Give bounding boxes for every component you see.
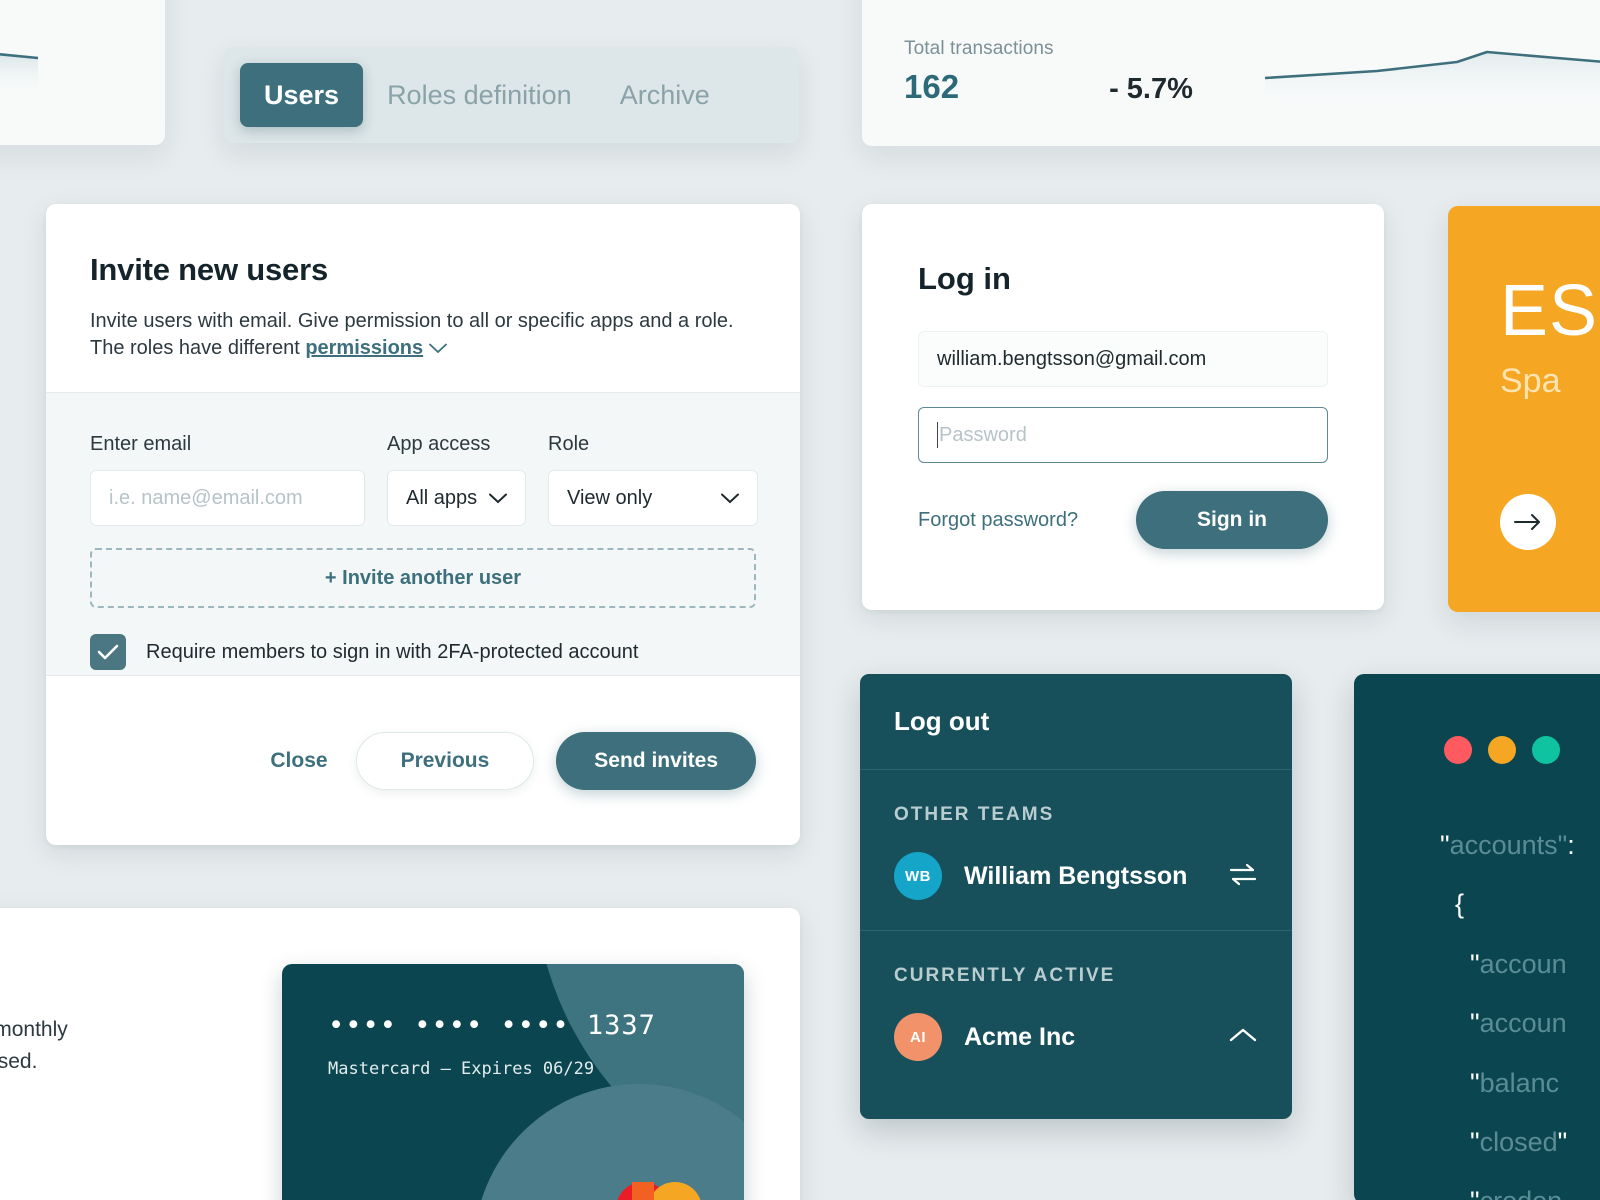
send-invites-button[interactable]: Send invites (556, 731, 756, 790)
promo-card[interactable]: ES Spa (1448, 206, 1600, 612)
promo-arrow-button[interactable] (1500, 494, 1556, 550)
transactions-sparkline (1264, 50, 1600, 110)
currently-active-heading: CURRENTLY ACTIVE (894, 965, 1116, 986)
chevron-up-icon[interactable] (1228, 1026, 1258, 1049)
role-select[interactable]: View only (548, 470, 758, 526)
other-teams-heading: OTHER TEAMS (894, 804, 1055, 825)
invite-actions: Close Previous Send invites (46, 676, 800, 845)
team-item-acme-inc[interactable]: AI Acme Inc (894, 1013, 1258, 1061)
invite-form: Enter email i.e. name@email.com App acce… (46, 392, 800, 676)
credit-card[interactable]: •••• •••• •••• 1337 Mastercard — Expires… (282, 964, 744, 1200)
check-icon (97, 644, 119, 660)
app-access-group: App access All apps (387, 433, 526, 526)
settings-text-line2: …esources used. (0, 1049, 38, 1073)
app-access-select[interactable]: All apps (387, 470, 526, 526)
permissions-link[interactable]: permissions (305, 337, 423, 359)
minimize-dot-icon[interactable] (1488, 736, 1516, 764)
invite-desc-line1: Invite users with email. Give permission… (90, 310, 734, 332)
avatar: WB (894, 852, 942, 900)
chevron-down-icon (489, 487, 507, 510)
card-number: •••• •••• •••• 1337 (328, 1010, 656, 1041)
team-item-william-bengtsson[interactable]: WB William Bengtsson (894, 852, 1258, 900)
promo-title: ES (1500, 271, 1599, 351)
card-decoration-circle (474, 1084, 744, 1200)
log-out-button[interactable]: Log out (860, 674, 1292, 770)
currently-active-group: CURRENTLY ACTIVE AI Acme Inc (860, 931, 1292, 1091)
password-placeholder: Password (939, 423, 1027, 446)
team-name: William Bengtsson (964, 861, 1188, 890)
app-access-value: All apps (406, 486, 478, 509)
login-password-input[interactable]: Password (918, 407, 1328, 463)
code-preview-panel: "accounts": { "accoun "accoun "balanc "c… (1354, 674, 1600, 1200)
role-group: Role View only (548, 433, 758, 526)
invite-field-row: Enter email i.e. name@email.com App acce… (90, 433, 758, 526)
mastercard-logo-icon (616, 1182, 702, 1200)
app-access-label: App access (387, 433, 491, 455)
invite-another-user-button[interactable]: + Invite another user (90, 548, 756, 608)
tab-roles-definition[interactable]: Roles definition (363, 63, 596, 127)
card-meta: Mastercard — Expires 06/29 (328, 1059, 595, 1079)
chevron-down-icon (721, 487, 739, 510)
settings-text-line1: …e charged monthly (0, 1018, 68, 1041)
mini-sparkline (0, 53, 39, 98)
chevron-down-icon (429, 335, 448, 362)
email-field-group: Enter email i.e. name@email.com (90, 433, 365, 526)
invite-title: Invite new users (90, 252, 329, 287)
maximize-dot-icon[interactable] (1532, 736, 1560, 764)
twofa-checkbox-label: Require members to sign in with 2FA-prot… (146, 640, 639, 663)
billing-settings-card: …tings …e charged monthly …esources used… (0, 908, 800, 1200)
arrow-right-icon (1514, 514, 1540, 530)
mini-chart-card (0, 0, 165, 145)
other-teams-group: OTHER TEAMS WB William Bengtsson (860, 770, 1292, 931)
login-email-input[interactable]: william.bengtsson@gmail.com (918, 331, 1328, 387)
twofa-checkbox-row: Require members to sign in with 2FA-prot… (90, 634, 756, 670)
role-label: Role (548, 433, 590, 455)
role-value: View only (567, 486, 653, 509)
window-control-dots (1444, 736, 1560, 764)
text-caret (937, 422, 938, 448)
team-name: Acme Inc (964, 1022, 1076, 1051)
forgot-password-link[interactable]: Forgot password? (918, 509, 1078, 532)
close-button[interactable]: Close (242, 749, 355, 773)
email-label: Enter email (90, 433, 192, 455)
login-actions: Forgot password? Sign in (918, 491, 1328, 549)
previous-button[interactable]: Previous (355, 731, 535, 790)
promo-subtitle: Spa (1500, 362, 1561, 400)
invite-desc-line2: The roles have different (90, 337, 306, 359)
account-menu: Log out OTHER TEAMS WB William Bengtsson… (860, 674, 1292, 1119)
avatar: AI (894, 1013, 942, 1061)
tab-users[interactable]: Users (240, 63, 364, 127)
login-title: Log in (918, 261, 1011, 296)
close-dot-icon[interactable] (1444, 736, 1472, 764)
twofa-checkbox[interactable] (90, 634, 126, 670)
invite-users-card: Invite new users Invite users with email… (46, 204, 800, 845)
total-transactions-card: Total transactions 162 - 5.7% (862, 0, 1600, 146)
login-card: Log in william.bengtsson@gmail.com Passw… (862, 204, 1384, 610)
stat-delta: - 5.7% (1109, 73, 1193, 105)
tab-bar: Users Roles definition Archive (224, 47, 799, 143)
sign-in-button[interactable]: Sign in (1136, 491, 1328, 549)
switch-icon[interactable] (1228, 862, 1258, 891)
tab-archive[interactable]: Archive (596, 63, 734, 127)
stat-value: 162 (904, 68, 960, 105)
code-content: "accounts": { "accoun "accoun "balanc "c… (1440, 830, 1575, 1200)
invite-description: Invite users with email. Give permission… (90, 308, 756, 362)
invite-header: Invite new users Invite users with email… (46, 204, 800, 362)
email-input[interactable]: i.e. name@email.com (90, 470, 365, 526)
